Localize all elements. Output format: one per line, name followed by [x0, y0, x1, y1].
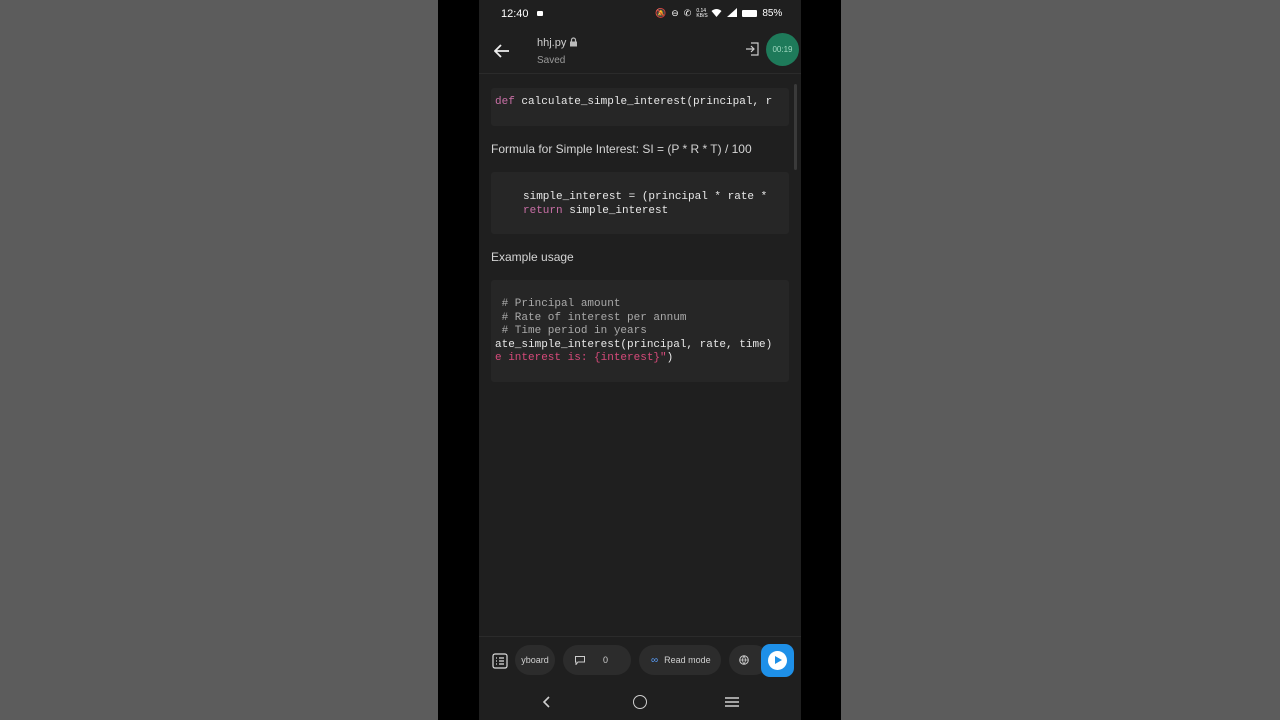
glasses-icon: ∞ [651, 654, 659, 666]
code-block-1[interactable]: def calculate_simple_interest(principal,… [491, 88, 789, 126]
status-bar: 12:40 🔕 ⊖ ✆ 0.14 KB/S 85% [479, 0, 801, 28]
lock-icon [570, 37, 577, 47]
code-comment: # Time period in years [495, 325, 647, 337]
save-status: Saved [537, 55, 566, 66]
mute-icon: 🔕 [655, 8, 667, 18]
phone-screen: 12:40 🔕 ⊖ ✆ 0.14 KB/S 85% hhj.py Saved 0… [479, 0, 801, 720]
code-string: e interest is: {interest}" [495, 352, 667, 364]
comment-icon [575, 655, 585, 665]
exit-icon[interactable] [745, 42, 759, 56]
code-comment: # Principal amount [495, 298, 621, 310]
status-icons: 🔕 ⊖ ✆ 0.14 KB/S 85% [655, 8, 782, 19]
nav-home-icon[interactable] [633, 695, 647, 709]
nav-recents-icon[interactable] [725, 697, 739, 707]
status-time: 12:40 [501, 8, 529, 20]
back-arrow-icon[interactable] [491, 40, 513, 62]
comments-count: 0 [603, 655, 609, 665]
recording-timer: 00:19 [766, 33, 799, 66]
signal-icon [727, 8, 738, 19]
code-line: ) [666, 352, 674, 364]
dnd-icon: ⊖ [671, 8, 679, 18]
data-speed-icon: 0.14 KB/S [696, 7, 708, 19]
code-line: calculate_simple_interest(principal, r [521, 96, 773, 108]
nav-back-icon[interactable] [540, 695, 554, 709]
app-bar: hhj.py Saved 00:19 [479, 28, 801, 74]
code-comment: # Rate of interest per annum [495, 311, 687, 324]
wifi-icon [711, 8, 722, 19]
recording-icon [537, 11, 543, 16]
keyboard-label: yboard [521, 655, 549, 665]
scrollbar-thumb[interactable] [794, 84, 797, 170]
code-block-3[interactable]: # Principal amount # Rate of interest pe… [491, 280, 789, 382]
video-left-margin [0, 0, 438, 720]
video-right-margin [841, 0, 1280, 720]
read-mode-button[interactable]: ∞ Read mode [639, 645, 721, 675]
outline-icon[interactable] [492, 653, 508, 669]
code-keyword: return [523, 205, 563, 217]
battery-percent: 85% [762, 8, 783, 19]
paragraph-formula: Formula for Simple Interest: SI = (P * R… [491, 142, 752, 156]
comments-button[interactable]: 0 [563, 645, 631, 675]
system-nav-bar [479, 684, 801, 720]
call-icon: ✆ [683, 8, 692, 18]
play-icon [768, 651, 787, 670]
file-name: hhj.py [537, 37, 567, 49]
code-line: simple_interest = (principal * rate * [523, 191, 768, 203]
bottom-toolbar: yboard 0 ∞ Read mode [479, 636, 801, 684]
code-keyword: def [495, 96, 515, 108]
keyboard-button[interactable]: yboard [515, 645, 555, 675]
read-mode-label: Read mode [664, 655, 711, 665]
code-line: ate_simple_interest(principal, rate, tim… [495, 338, 773, 351]
run-button[interactable] [761, 644, 794, 677]
code-line: simple_interest [569, 205, 669, 217]
paragraph-example: Example usage [491, 250, 574, 264]
battery-icon [742, 10, 758, 17]
code-block-2[interactable]: simple_interest = (principal * rate * re… [491, 172, 789, 234]
globe-icon [739, 655, 749, 665]
